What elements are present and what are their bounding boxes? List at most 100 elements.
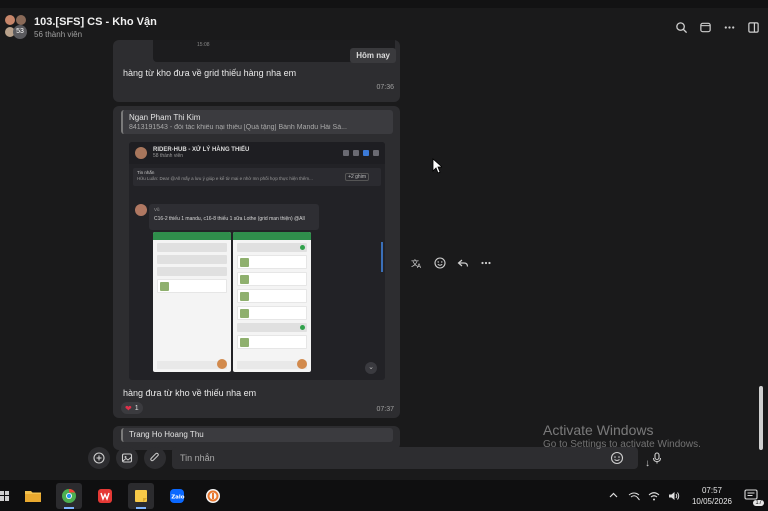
translate-icon[interactable]: 文A <box>408 254 425 271</box>
more-icon[interactable] <box>477 254 494 271</box>
chevron-down-icon: ⌄ <box>365 362 377 374</box>
reply-icon[interactable] <box>454 254 471 271</box>
video-call-icon[interactable] <box>698 20 712 34</box>
list-item <box>157 279 227 293</box>
taskbar-clock[interactable]: 07:57 10/05/2026 <box>692 485 732 507</box>
microphone-icon[interactable] <box>646 447 668 469</box>
file-explorer-icon[interactable] <box>20 483 46 509</box>
top-strip <box>0 0 768 8</box>
phone-header <box>233 232 311 240</box>
list-item <box>157 255 227 264</box>
list-item <box>237 243 307 252</box>
embed-message: Vũ C16-2 thiếu 1 mandu, c16-8 thiếu 1 sữ… <box>149 204 319 230</box>
sticker <box>297 359 307 369</box>
message-text: hàng từ kho đưa về grid thiếu hàng nha e… <box>123 68 297 78</box>
phone-screenshot <box>233 232 311 372</box>
date-divider: Hôm nay <box>350 48 396 63</box>
list-item <box>237 289 307 303</box>
embed-header: RIDER-HUB - XỬ LÝ HÀNG THIẾU 58 thành vi… <box>129 142 385 164</box>
header-actions <box>674 20 760 34</box>
avatar <box>135 147 147 159</box>
embed-message-author: Vũ <box>154 207 160 212</box>
notification-badge: 17 <box>753 499 764 506</box>
avatar-count: 53 <box>13 25 27 39</box>
wifi-icon[interactable] <box>648 490 660 502</box>
watermark-title: Activate Windows <box>543 422 654 438</box>
avatar <box>135 204 147 216</box>
svg-text:A: A <box>417 263 422 269</box>
embed-scrollbar <box>381 242 383 272</box>
svg-text:Zalo: Zalo <box>171 494 185 500</box>
add-icon[interactable] <box>88 447 110 469</box>
pin-text: Hữu Luân: Dear @All mấy a lưu ý giúp e k… <box>137 176 313 181</box>
mouse-cursor-icon <box>432 158 442 174</box>
group-avatar[interactable]: 53 <box>4 14 28 40</box>
emoji-icon[interactable] <box>610 451 624 465</box>
reaction-count: 1 <box>134 404 139 412</box>
pin-label: Tin nhắn <box>137 170 155 175</box>
more-icon[interactable] <box>722 20 736 34</box>
app-icon[interactable] <box>200 483 226 509</box>
phone-header <box>153 232 231 240</box>
embed-subtitle: 58 thành viên <box>153 153 184 159</box>
list-item <box>157 267 227 276</box>
sidebar-icon <box>373 150 379 156</box>
sidebar-toggle-icon[interactable] <box>746 20 760 34</box>
message-time: 07:36 <box>376 84 394 91</box>
quote-author: Trang Ho Hoang Thu <box>129 430 204 439</box>
quote-text: 8413191543 - đối tác khiếu nại thiếu [Qu… <box>129 124 347 131</box>
pinned-message: Tin nhắn Hữu Luân: Dear @All mấy a lưu ý… <box>133 168 381 186</box>
windows-start-icon[interactable] <box>0 490 10 501</box>
zalo-icon[interactable]: Zalo <box>164 483 190 509</box>
attachment-icon[interactable] <box>144 447 166 469</box>
image-time: 15:08 <box>197 42 210 48</box>
chat-scrollbar[interactable] <box>759 386 763 450</box>
image-icon[interactable] <box>116 447 138 469</box>
volume-icon[interactable] <box>668 490 680 502</box>
list-item <box>237 306 307 320</box>
list-item <box>237 272 307 286</box>
emoji-react-icon[interactable] <box>431 254 448 271</box>
windows-taskbar: Zalo 07:57 10/05/2026 17 <box>0 480 768 511</box>
screenshot-image[interactable]: RIDER-HUB - XỬ LÝ HÀNG THIẾU 58 thành vi… <box>129 142 385 380</box>
message-text: hàng đưa từ kho về thiếu nha em <box>123 388 257 398</box>
search-icon[interactable] <box>674 20 688 34</box>
message-actions: 文A <box>408 254 494 271</box>
wps-office-icon[interactable] <box>92 483 118 509</box>
heart-icon: ❤ <box>125 403 132 413</box>
notification-icon[interactable]: 17 <box>744 488 764 506</box>
video-icon <box>343 150 349 156</box>
activate-windows-watermark: Activate Windows Go to Settings to activ… <box>543 422 701 450</box>
list-item <box>157 243 227 252</box>
message-bubble[interactable]: Ngan Pham Thi Kim 8413191543 - đối tác k… <box>113 106 400 418</box>
clock-time: 07:57 <box>701 485 722 495</box>
phone-screenshot <box>153 232 231 372</box>
embed-title-block: RIDER-HUB - XỬ LÝ HÀNG THIẾU 58 thành vi… <box>153 147 249 159</box>
embed-message-text: C16-2 thiếu 1 mandu, c16-8 thiếu 1 sữa L… <box>154 216 305 222</box>
search-icon <box>363 150 369 156</box>
message-bubble[interactable]: 15:08 Hôm nay hàng từ kho đưa về grid th… <box>113 40 400 102</box>
chevron-up-icon[interactable] <box>608 490 620 502</box>
quoted-message[interactable]: Trang Ho Hoang Thu <box>121 428 393 442</box>
group-title[interactable]: 103.[SFS] CS - Kho Vận <box>34 16 157 28</box>
chrome-icon[interactable] <box>56 482 82 509</box>
member-count[interactable]: 56 thành viên <box>34 30 157 39</box>
call-icon <box>353 150 359 156</box>
list-item <box>237 323 307 332</box>
reaction-badge[interactable]: ❤ 1 <box>121 402 143 414</box>
quoted-message[interactable]: Ngan Pham Thi Kim 8413191543 - đối tác k… <box>121 110 393 134</box>
title-block: 103.[SFS] CS - Kho Vận 56 thành viên <box>34 16 157 39</box>
list-item <box>237 255 307 269</box>
chat-area[interactable]: 15:08 Hôm nay hàng từ kho đưa về grid th… <box>0 40 768 469</box>
network-disconnected-icon[interactable] <box>628 490 640 502</box>
list-item <box>237 335 307 349</box>
clock-date: 10/05/2026 <box>691 496 732 506</box>
message-input[interactable] <box>172 447 638 469</box>
pin-more: +2 ghim <box>345 173 369 181</box>
system-tray: 07:57 10/05/2026 17 <box>608 485 768 507</box>
watermark-subtitle: Go to Settings to activate Windows. <box>543 439 701 450</box>
quote-author: Ngan Pham Thi Kim <box>129 113 201 122</box>
sticker <box>217 359 227 369</box>
sticky-notes-icon[interactable] <box>128 482 154 509</box>
embed-icons <box>343 150 379 156</box>
